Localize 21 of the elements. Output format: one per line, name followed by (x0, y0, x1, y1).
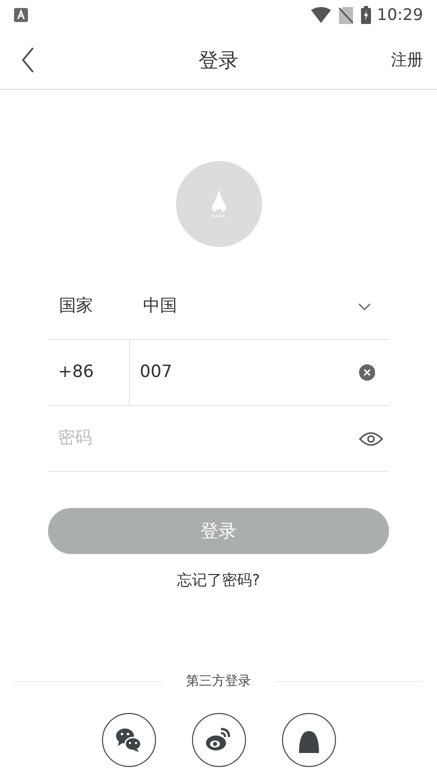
password-input-field[interactable]: 密码 (58, 426, 359, 452)
phone-input-field[interactable]: 007 (140, 360, 359, 386)
register-link[interactable]: 注册 (391, 48, 423, 72)
no-sim-icon (338, 6, 353, 24)
chevron-down-icon[interactable] (358, 302, 371, 310)
app-notification-icon (14, 8, 28, 22)
clock-time: 10:29 (376, 4, 423, 26)
eye-icon[interactable] (359, 430, 383, 446)
flame-icon (210, 190, 228, 218)
forgot-password-link[interactable]: 忘记了密码? (177, 569, 260, 592)
social-login-button[interactable] (192, 713, 246, 767)
wifi-icon (310, 7, 331, 23)
country-label: 国家 (59, 294, 94, 318)
country-code[interactable]: +86 (48, 340, 130, 405)
clear-icon[interactable] (358, 364, 375, 381)
third-party-login-label: 第三方登录 (186, 672, 251, 690)
social-login-button[interactable] (282, 713, 336, 767)
battery-icon (360, 6, 371, 24)
page-title: 登录 (198, 46, 238, 74)
country-value: 中国 (143, 294, 177, 318)
social-login-button[interactable] (102, 713, 156, 767)
